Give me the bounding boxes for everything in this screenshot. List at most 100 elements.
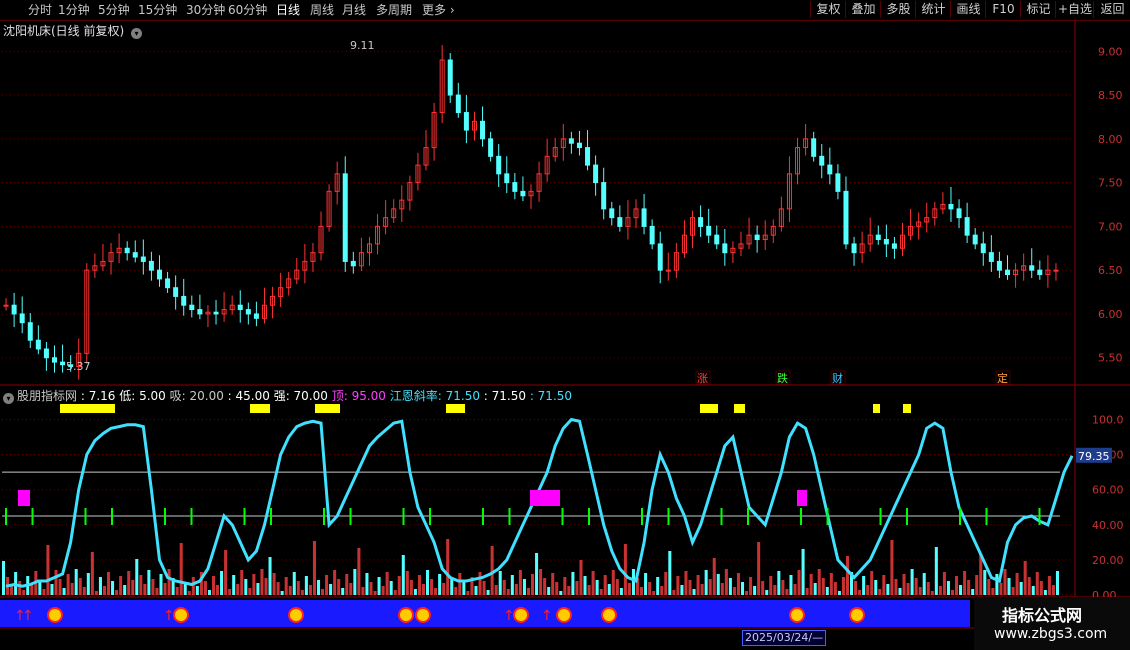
volume-bar-164: [664, 572, 668, 595]
volume-bar-179: [724, 569, 728, 595]
volume-bar-71: [288, 586, 292, 595]
volume-bar-120: [486, 590, 490, 595]
volume-bar-205: [829, 573, 833, 595]
volume-bar-4: [18, 581, 22, 595]
volume-bar-101: [409, 580, 413, 595]
period-tab-3[interactable]: 15分钟: [138, 2, 177, 18]
candle-body-103: [835, 173, 841, 192]
volume-bar-235: [950, 590, 955, 595]
candle-body-30: [245, 309, 251, 315]
period-tab-7[interactable]: 周线: [310, 2, 334, 18]
volume-bar-236: [955, 576, 959, 595]
candlestick-series: 9.11 5.37 涨 跌 财 定: [3, 39, 1059, 385]
candle-body-72: [585, 147, 591, 166]
volume-bar-141: [571, 572, 575, 595]
volume-bar-223: [902, 574, 906, 595]
price-tick-label-1: 8.50: [1098, 89, 1123, 102]
legend-item-2: 低: 5.00: [115, 389, 166, 403]
up-arrow-icon: ↑: [541, 608, 553, 624]
volume-bar-99: [401, 555, 405, 595]
price-tick-label-5: 6.50: [1098, 264, 1123, 277]
period-tab-8[interactable]: 月线: [342, 2, 366, 18]
volume-bar-68: [276, 582, 280, 595]
volume-bar-247: [999, 583, 1003, 595]
period-tab-5[interactable]: 60分钟: [228, 2, 267, 18]
toolbar-button-8[interactable]: 返回: [1093, 1, 1130, 18]
chart-area[interactable]: 9.008.508.007.507.006.506.005.50100.080.…: [0, 20, 1130, 630]
candle-body-24: [197, 309, 203, 315]
volume-bar-53: [216, 585, 220, 595]
period-tab-9[interactable]: 多周期: [376, 2, 412, 18]
more-periods-button[interactable]: 更多 ›: [422, 2, 455, 18]
green-signal-33: [879, 508, 882, 525]
toolbar-button-5[interactable]: F10: [985, 1, 1021, 18]
period-tab-0[interactable]: 分时: [28, 2, 52, 18]
volume-bar-233: [942, 572, 946, 595]
volume-bar-75: [304, 576, 308, 595]
volume-bar-160: [648, 582, 652, 595]
candle-body-102: [827, 164, 833, 175]
toolbar-button-2[interactable]: 多股: [880, 1, 916, 18]
toolbar-button-6[interactable]: 标记: [1020, 1, 1056, 18]
candle-body-18: [148, 260, 154, 271]
period-tab-2[interactable]: 5分钟: [98, 2, 130, 18]
toolbar-button-1[interactable]: 叠加: [845, 1, 881, 18]
green-signal-30: [800, 508, 802, 525]
candle-body-15: [124, 247, 130, 254]
toolbar-button-0[interactable]: 复权: [810, 1, 846, 18]
volume-bar-92: [373, 591, 377, 595]
volume-bar-193: [781, 580, 785, 595]
volume-bar-185: [749, 577, 753, 595]
volume-bar-131: [531, 574, 535, 595]
volume-bar-34: [139, 575, 143, 595]
volume-bar-253: [1023, 561, 1027, 595]
volume-bar-117: [474, 586, 478, 595]
toolbar-button-3[interactable]: 统计: [915, 1, 951, 18]
volume-bar-40: [163, 583, 167, 595]
volume-bar-254: [1027, 577, 1031, 595]
volume-bar-245: [991, 588, 995, 595]
volume-bar-47: [191, 577, 195, 595]
volume-bar-100: [405, 571, 409, 595]
volume-bar-37: [151, 579, 155, 595]
event-label-0: 涨: [697, 372, 708, 385]
period-tab-4[interactable]: 30分钟: [186, 2, 225, 18]
candle-body-105: [851, 243, 857, 254]
volume-bar-138: [559, 591, 563, 595]
candle-body-100: [811, 138, 817, 157]
candle-body-81: [657, 243, 663, 271]
volume-bar-201: [813, 583, 817, 595]
toolbar-button-4[interactable]: 画线: [950, 1, 986, 18]
volume-bar-43: [175, 587, 179, 595]
volume-bar-17: [70, 583, 74, 595]
ind-tick-label-3: 40.00: [1092, 519, 1124, 532]
volume-bar-244: [987, 579, 991, 595]
volume-bar-107: [434, 588, 438, 595]
toolbar-button-7[interactable]: +自选: [1055, 1, 1094, 18]
price-tick-label-3: 7.50: [1098, 177, 1123, 190]
magenta-block-1: [530, 490, 560, 506]
volume-bar-122: [494, 585, 498, 595]
volume-bar-257: [1039, 581, 1043, 595]
volume-bar-187: [757, 542, 761, 595]
candle-body-60: [488, 138, 494, 157]
volume-bar-94: [381, 586, 385, 595]
volume-bar-248: [1003, 569, 1007, 595]
top-marker-3: [446, 404, 465, 413]
period-tab-1[interactable]: 1分钟: [58, 2, 90, 18]
candle-body-5: [43, 348, 49, 359]
candle-body-124: [1005, 269, 1011, 276]
candle-body-42: [342, 173, 348, 262]
volume-bar-2: [10, 586, 14, 595]
volume-bar-159: [644, 573, 648, 595]
volume-bar-46: [187, 591, 191, 595]
volume-bar-0: [2, 561, 6, 595]
volume-bar-158: [640, 587, 644, 595]
volume-bar-229: [926, 582, 930, 595]
volume-bar-206: [833, 582, 837, 595]
volume-bar-128: [518, 570, 522, 595]
indicator-menu-icon[interactable]: ▾: [3, 393, 14, 404]
volume-bar-182: [736, 573, 740, 595]
period-tab-6[interactable]: 日线: [276, 2, 300, 18]
volume-bar-79: [321, 589, 325, 595]
